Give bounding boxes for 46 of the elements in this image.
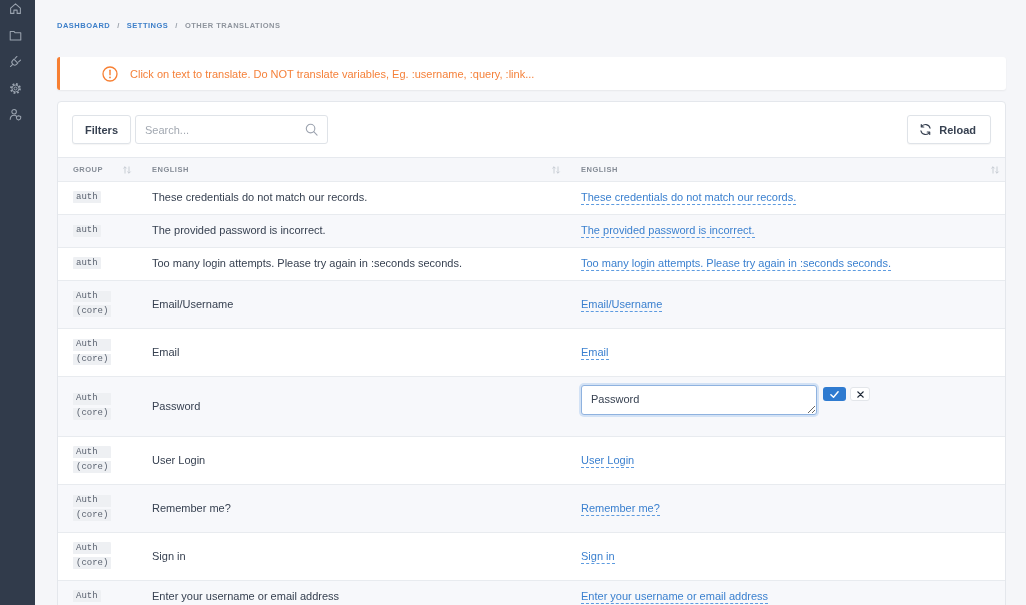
filters-button[interactable]: Filters — [72, 115, 131, 144]
cancel-button[interactable] — [850, 387, 870, 401]
home-icon[interactable] — [9, 2, 22, 15]
source-text: Remember me? — [152, 500, 231, 516]
group-tag: Auth (core) — [73, 541, 112, 571]
translation-link[interactable]: Remember me? — [581, 500, 660, 516]
group-tag: Auth (core) — [73, 493, 112, 523]
group-tag: auth — [73, 223, 101, 238]
source-text: The provided password is incorrect. — [152, 223, 326, 238]
group-tag: Auth (core) — [73, 391, 112, 421]
search-icon — [305, 123, 318, 136]
translation-link[interactable]: The provided password is incorrect. — [581, 223, 755, 238]
group-tag: auth — [73, 256, 101, 271]
group-tag: Auth (core) — [73, 289, 112, 319]
translation-input[interactable]: Password — [581, 385, 817, 415]
translation-link[interactable]: Sign in — [581, 548, 615, 564]
warning-icon — [102, 65, 118, 82]
group-tag: Auth — [73, 589, 101, 604]
source-text: Enter your username or email address — [152, 589, 340, 604]
group-tag: Auth (core) — [73, 445, 112, 475]
refresh-icon — [919, 123, 933, 136]
source-text: Password — [152, 398, 201, 414]
source-text: Email/Username — [152, 296, 234, 312]
source-text: Email — [152, 344, 180, 360]
plug-icon[interactable] — [9, 55, 22, 68]
source-text: Sign in — [152, 548, 186, 564]
translation-link[interactable]: User Login — [581, 452, 635, 468]
translation-link[interactable]: Email/Username — [581, 296, 663, 312]
user-shield-icon[interactable] — [9, 108, 22, 121]
close-icon — [856, 390, 864, 398]
translation-link[interactable]: Enter your username or email address — [581, 589, 769, 604]
source-text: Too many login attempts. Please try again in :seconds seconds. — [152, 256, 462, 271]
reload-button[interactable]: Reload — [907, 115, 991, 144]
search-field[interactable]: Search... — [135, 115, 328, 144]
source-text: User Login — [152, 452, 206, 468]
translation-link[interactable]: Email — [581, 344, 609, 360]
source-text: These credentials do not match our records. — [152, 190, 368, 205]
folder-icon[interactable] — [9, 28, 22, 42]
group-tag: Auth (core) — [73, 337, 112, 367]
check-icon — [830, 389, 839, 399]
alert-message: Click on text to translate. Do NOT translate variables, Eg. :username, :query, :link... — [130, 67, 535, 80]
group-tag: auth — [73, 190, 101, 205]
translation-link[interactable]: Too many login attempts. Please try again in :seconds seconds. — [581, 256, 891, 271]
translation-link[interactable]: These credentials do not match our records. — [581, 190, 797, 205]
confirm-button[interactable] — [823, 387, 846, 401]
settings-icon[interactable] — [9, 81, 22, 95]
